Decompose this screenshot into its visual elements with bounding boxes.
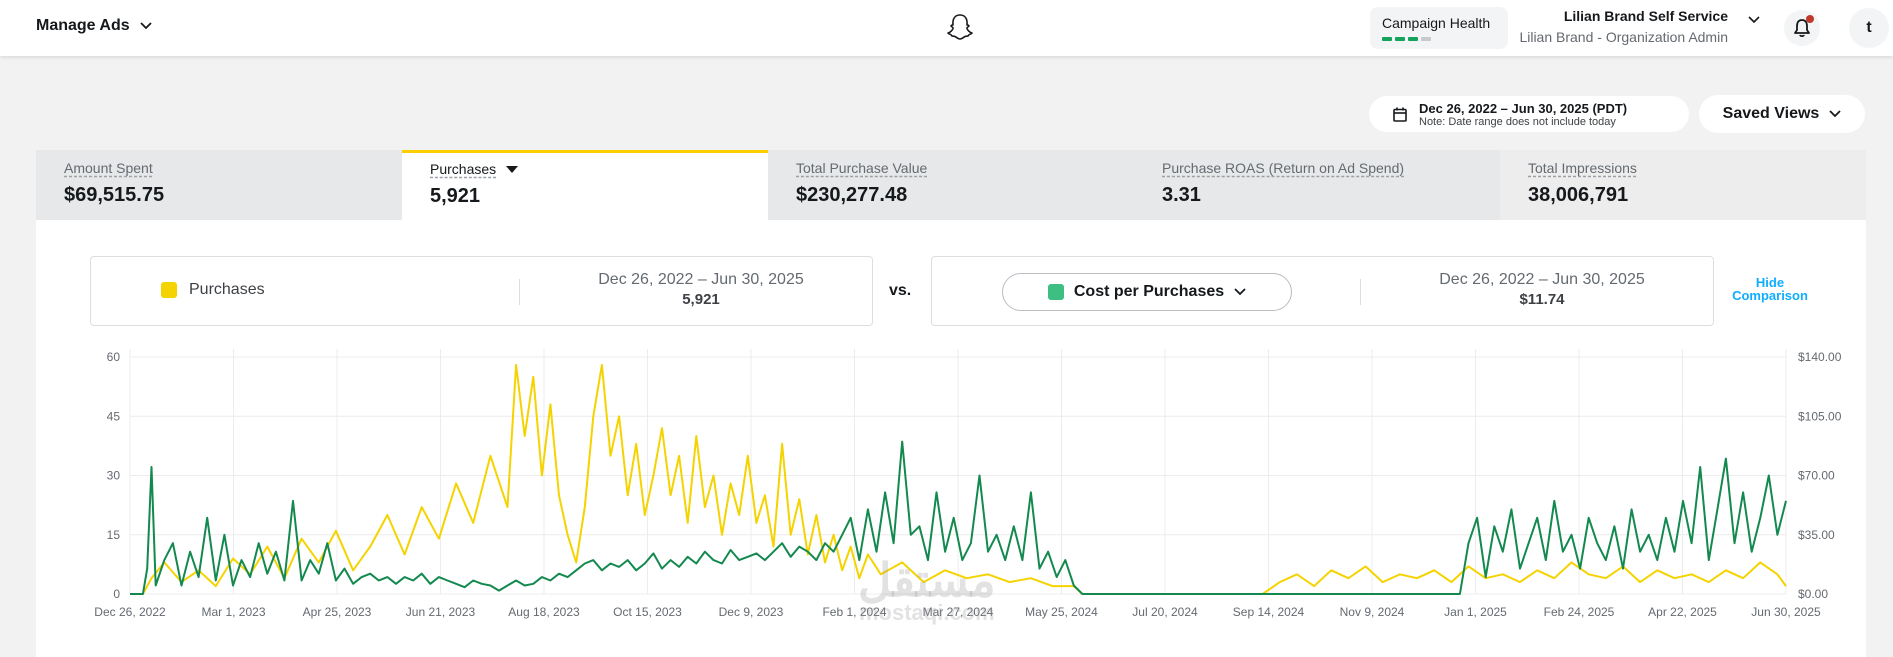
y-right-tick-label: $0.00 (1798, 587, 1828, 601)
x-tick-label: Apr 25, 2023 (303, 605, 372, 619)
y-left-tick-label: 30 (107, 469, 121, 483)
y-right-tick-label: $140.00 (1798, 350, 1842, 364)
x-tick-label: Dec 26, 2022 (94, 605, 166, 619)
x-tick-label: Sep 14, 2024 (1233, 605, 1305, 619)
x-tick-label: Oct 15, 2023 (613, 605, 682, 619)
x-tick-label: Jan 1, 2025 (1444, 605, 1507, 619)
x-tick-label: Feb 24, 2025 (1544, 605, 1615, 619)
y-right-tick-label: $70.00 (1798, 469, 1835, 483)
x-tick-label: Jul 20, 2024 (1132, 605, 1198, 619)
x-tick-label: Mar 1, 2023 (201, 605, 265, 619)
y-left-tick-label: 0 (113, 587, 120, 601)
y-right-tick-label: $35.00 (1798, 528, 1835, 542)
x-tick-label: Nov 9, 2024 (1340, 605, 1405, 619)
x-tick-label: Mar 27, 2024 (923, 605, 994, 619)
x-tick-label: Jun 21, 2023 (406, 605, 476, 619)
x-tick-label: Aug 18, 2023 (508, 605, 580, 619)
y-right-tick-label: $105.00 (1798, 409, 1842, 423)
y-left-tick-label: 45 (107, 409, 121, 423)
y-left-tick-label: 15 (107, 528, 121, 542)
x-tick-label: Apr 22, 2025 (1648, 605, 1717, 619)
x-tick-label: May 25, 2024 (1025, 605, 1098, 619)
x-tick-label: Jun 30, 2025 (1751, 605, 1821, 619)
x-tick-label: Feb 1, 2024 (822, 605, 886, 619)
y-left-tick-label: 60 (107, 350, 121, 364)
line-chart: Dec 26, 2022 Mar 1, 2023 Apr 25, 2023 Jun 2… (94, 349, 1842, 619)
x-tick-label: Dec 9, 2023 (719, 605, 784, 619)
